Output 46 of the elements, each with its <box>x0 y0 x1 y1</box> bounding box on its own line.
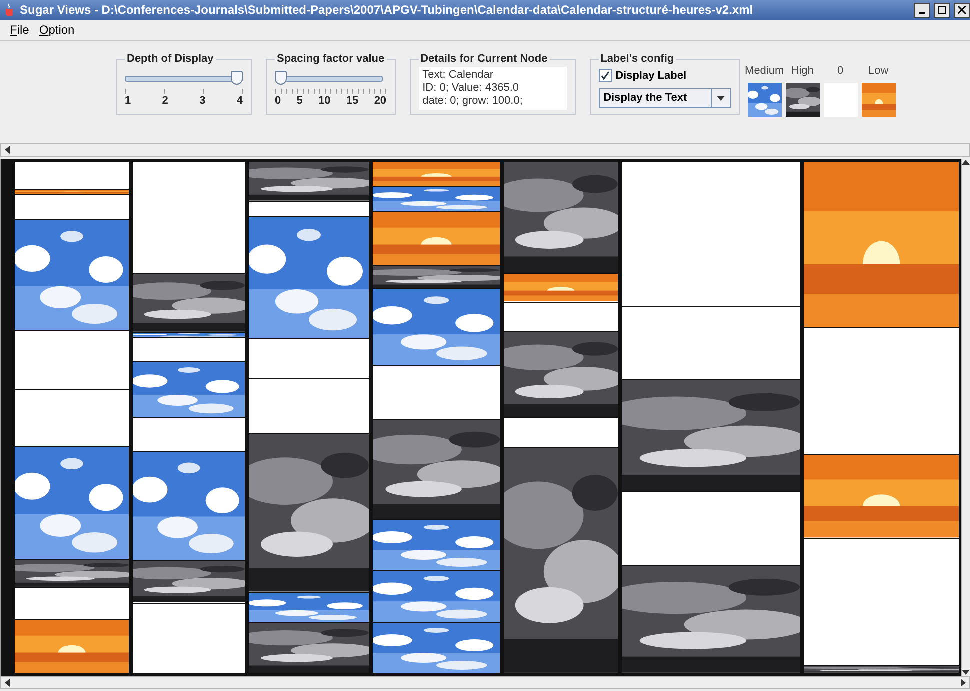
panel-title: Spacing factor value <box>276 53 386 65</box>
maximize-button[interactable] <box>934 2 950 18</box>
checkbox-label[interactable]: Display Label <box>616 70 687 82</box>
down-arrow-icon <box>962 670 970 676</box>
tick-label: 2 <box>162 95 168 107</box>
panel-title: Depth of Display <box>126 53 215 65</box>
tick-label: 3 <box>200 95 206 107</box>
tick-label: 20 <box>374 95 387 107</box>
panel-title: Details for Current Node <box>420 53 549 65</box>
slider-thumb[interactable] <box>275 71 287 85</box>
legend-label: Medium <box>745 65 784 77</box>
menu-item[interactable]: Option <box>39 23 75 37</box>
check-icon <box>600 71 610 80</box>
tick-label: 15 <box>346 95 359 107</box>
panel-title: Label's config <box>600 53 676 65</box>
legend-label: Low <box>868 65 889 77</box>
legend-label: High <box>791 65 814 77</box>
slider-thumb[interactable] <box>231 71 243 85</box>
tick-label: 1 <box>125 95 132 107</box>
left-arrow-icon <box>4 146 10 154</box>
caret-icon <box>716 96 725 100</box>
detail-text: date: 0; grow: 100.0; <box>422 95 524 108</box>
minimize-button[interactable] <box>914 2 930 18</box>
close-button[interactable] <box>954 2 970 18</box>
cup-icon <box>4 3 16 17</box>
checkbox[interactable] <box>598 69 612 82</box>
menu-item[interactable]: File <box>10 23 30 37</box>
left-arrow-icon <box>4 678 10 686</box>
tick-label: 5 <box>296 95 303 107</box>
detail-text: Text: Calendar <box>422 69 495 82</box>
slider[interactable] <box>125 71 243 85</box>
up-arrow-icon <box>962 159 970 165</box>
right-arrow-icon <box>960 678 966 686</box>
tick-label: 0 <box>275 95 282 107</box>
detail-text: ID: 0; Value: 4365.0 <box>422 82 520 95</box>
scrollbar[interactable] <box>961 159 970 676</box>
scrollbar[interactable] <box>0 676 970 689</box>
close-icon <box>958 6 966 14</box>
scrollbar[interactable] <box>0 143 970 157</box>
tick-label: 4 <box>236 95 243 107</box>
dropdown[interactable]: Display the Text <box>598 88 731 108</box>
tick-label: 10 <box>318 95 331 107</box>
slider[interactable] <box>275 71 383 85</box>
window-title: Sugar Views - D:\Conferences-Journals\Submitted-Papers\2007\APGV-Tubingen\Calendar-data\Calendar-structuré-heures-v2.xml <box>20 3 754 17</box>
legend-label: 0 <box>838 65 844 77</box>
maximize-icon <box>938 6 946 14</box>
